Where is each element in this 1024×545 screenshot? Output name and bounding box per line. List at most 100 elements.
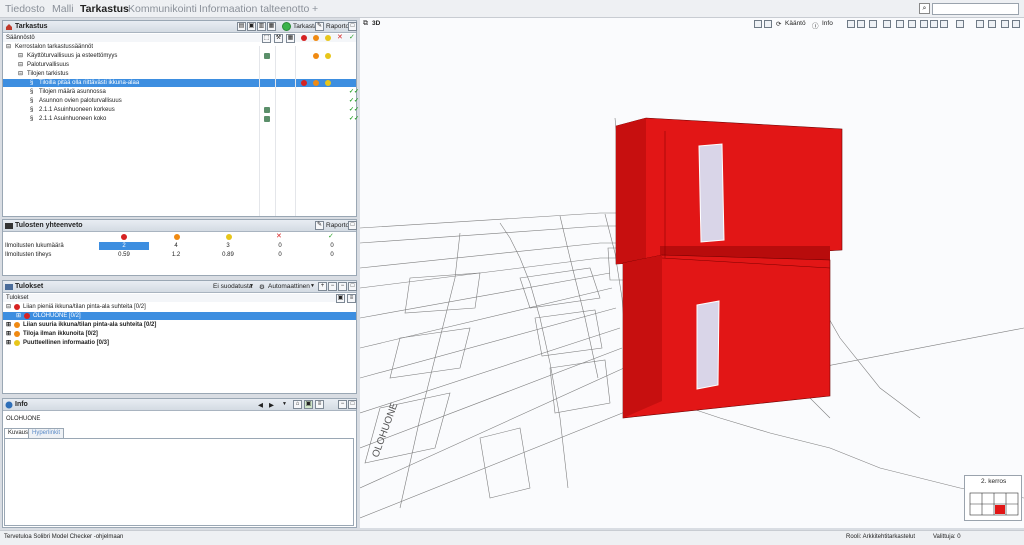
search-icon[interactable]: ⌕ xyxy=(919,3,930,14)
slide-icon[interactable]: ▣ xyxy=(304,400,313,409)
result-item[interactable]: ⊞ Liian suuria ikkuna/tilan pinta-ala suh… xyxy=(3,321,356,329)
expand-toggle-icon[interactable]: ⊞ xyxy=(6,339,11,347)
summary-cell[interactable]: 0 xyxy=(307,251,357,259)
maximize-icon[interactable]: □ xyxy=(348,22,357,31)
redo-icon[interactable] xyxy=(764,20,772,28)
rule-item[interactable]: § 2.1.1 Asuinhuoneen koko ✓✓ xyxy=(3,115,359,123)
menu-tiedosto[interactable]: Tiedosto xyxy=(5,3,45,15)
rotate-dropdown[interactable]: Kääntö xyxy=(785,20,806,30)
rule-item[interactable]: § 2.1.1 Asuinhuoneen korkeus ✓✓ xyxy=(3,106,359,114)
chevron-down-icon[interactable]: ▼ xyxy=(310,283,315,289)
expand-all-icon[interactable]: + xyxy=(318,282,327,291)
menu-tarkastus[interactable]: Tarkastus xyxy=(80,3,129,15)
menu-informaation-talteenotto[interactable]: Informaation talteenotto xyxy=(199,3,309,15)
check-button[interactable]: Tarkasta xyxy=(293,23,318,30)
auto-dropdown[interactable]: Automaattinen xyxy=(268,283,310,290)
minimize-icon[interactable] xyxy=(1001,20,1009,28)
description-area[interactable] xyxy=(4,438,354,526)
rule-item[interactable]: § Asunnon ovien paloturvallisuus ✓✓ xyxy=(3,97,359,105)
zoom-out-icon[interactable] xyxy=(930,20,938,28)
layout-icon[interactable]: ▥ xyxy=(257,22,266,31)
tab-hyperlinkit[interactable]: Hyperlinkit xyxy=(28,428,65,438)
report-icon[interactable]: ✎ xyxy=(315,22,324,31)
report-button[interactable]: Raportoi xyxy=(326,222,351,229)
fit-icon[interactable] xyxy=(908,20,916,28)
minimize-icon[interactable]: − xyxy=(338,282,347,291)
rule-item[interactable]: § Tiloilla pitää olla riittävästi ikkuna-… xyxy=(3,79,356,87)
rotate-icon[interactable]: ⟳ xyxy=(776,20,781,30)
summary-cell[interactable]: 0 xyxy=(255,242,305,250)
view-cube-icon[interactable] xyxy=(847,20,855,28)
result-item[interactable]: ⊞ Tiloja ilman ikkunoita [0/2] xyxy=(3,330,356,338)
chevron-down-icon[interactable]: ▼ xyxy=(282,401,287,407)
menu-add-tab[interactable]: + xyxy=(312,3,318,15)
calendar-icon[interactable]: ▦ xyxy=(286,34,295,43)
transparency-icon[interactable] xyxy=(896,20,904,28)
menu-kommunikointi[interactable]: Kommunikointi xyxy=(128,3,197,15)
check-run-icon[interactable] xyxy=(282,22,291,31)
summary-cell[interactable]: 0 xyxy=(307,242,357,250)
section-icon[interactable] xyxy=(869,20,877,28)
options-icon[interactable]: ≡ xyxy=(315,400,324,409)
expand-toggle-icon[interactable]: ⊞ xyxy=(6,321,11,329)
screenshot-icon[interactable] xyxy=(976,20,984,28)
summary-cell[interactable]: 1.2 xyxy=(151,251,201,259)
maximize-icon[interactable]: □ xyxy=(348,400,357,409)
summary-cell[interactable]: 2 xyxy=(99,242,149,250)
chevron-down-icon[interactable]: ▼ xyxy=(249,283,254,289)
slide-icon[interactable]: ▣ xyxy=(336,294,345,303)
results-header-label: Tulokset xyxy=(6,295,29,301)
ruleset-item[interactable]: ⊟ Käyttöturvallisuus ja esteettömyys xyxy=(3,52,356,60)
forward-icon[interactable]: ▶ xyxy=(269,401,274,409)
ruleset-item[interactable]: ⊟ Tilojen tarkistus xyxy=(3,70,356,78)
result-item[interactable]: ⊞ OLOHUONE [0/2] xyxy=(3,312,356,320)
back-icon[interactable]: ◀ xyxy=(258,401,263,409)
expand-toggle-icon[interactable]: ⊟ xyxy=(6,303,11,311)
report-button[interactable]: Raportoi xyxy=(326,23,351,30)
collapse-all-icon[interactable]: − xyxy=(328,282,337,291)
summary-cell[interactable]: 4 xyxy=(151,242,201,250)
minimize-icon[interactable]: − xyxy=(338,400,347,409)
visibility-icon[interactable] xyxy=(883,20,891,28)
filter-dropdown[interactable]: Ei suodatusta xyxy=(213,283,252,290)
summary-cell[interactable]: 0.89 xyxy=(203,251,253,259)
maximize-icon[interactable]: □ xyxy=(348,282,357,291)
ruleset-item[interactable]: ⊟ Kerrostalon tarkastussäännöt xyxy=(3,43,356,51)
maximize-icon[interactable]: □ xyxy=(348,221,357,230)
zoom-in-icon[interactable] xyxy=(920,20,928,28)
copy-view-icon[interactable] xyxy=(988,20,996,28)
save-icon[interactable]: ▣ xyxy=(247,22,256,31)
summary-cell[interactable]: 3 xyxy=(203,242,253,250)
menu-malli[interactable]: Malli xyxy=(52,3,74,15)
result-item[interactable]: ⊟ Liian pieniä ikkuna/tilan pinta-ala suh… xyxy=(3,303,356,311)
auto-icon[interactable]: ⚙ xyxy=(259,283,265,291)
report-icon[interactable]: ✎ xyxy=(315,221,324,230)
expand-toggle-icon[interactable]: ⊟ xyxy=(18,70,23,78)
expand-toggle-icon[interactable]: ⊟ xyxy=(6,43,11,51)
expand-toggle-icon[interactable]: ⊟ xyxy=(18,52,23,60)
select-icon[interactable] xyxy=(956,20,964,28)
global-search-input[interactable] xyxy=(932,3,1019,15)
print-icon[interactable]: ▦ xyxy=(267,22,276,31)
home-icon[interactable]: ⌂ xyxy=(293,400,302,409)
floor-minimap[interactable]: 2. kerros xyxy=(964,475,1022,521)
options-icon[interactable]: ≡ xyxy=(347,294,356,303)
undo-icon[interactable] xyxy=(754,20,762,28)
expand-toggle-icon[interactable]: ⊞ xyxy=(6,330,11,338)
result-item[interactable]: ⊞ Puutteellinen informaatio [0/3] xyxy=(3,339,356,347)
summary-cell[interactable]: 0.59 xyxy=(99,251,149,259)
3d-view[interactable]: OLOHUONE 3D ⧉ xyxy=(359,18,1024,528)
floor-plan-icon[interactable] xyxy=(857,20,865,28)
open-ruleset-folder-icon[interactable]: ⬚ xyxy=(262,34,271,43)
wrench-icon[interactable]: ⚒ xyxy=(274,34,283,43)
info-icon[interactable]: ⓘ xyxy=(812,20,819,30)
zoom-window-icon[interactable] xyxy=(940,20,948,28)
open-ruleset-icon[interactable]: ▤ xyxy=(237,22,246,31)
info-dropdown[interactable]: Info xyxy=(822,20,833,30)
rule-item[interactable]: § Tilojen määrä asunnossa ✓✓ xyxy=(3,88,359,96)
expand-toggle-icon[interactable]: ⊟ xyxy=(18,61,23,69)
summary-cell[interactable]: 0 xyxy=(255,251,305,259)
ruleset-item[interactable]: ⊟ Paloturvallisuus xyxy=(3,61,356,69)
maximize-icon[interactable] xyxy=(1012,20,1020,28)
expand-toggle-icon[interactable]: ⊞ xyxy=(16,312,21,320)
